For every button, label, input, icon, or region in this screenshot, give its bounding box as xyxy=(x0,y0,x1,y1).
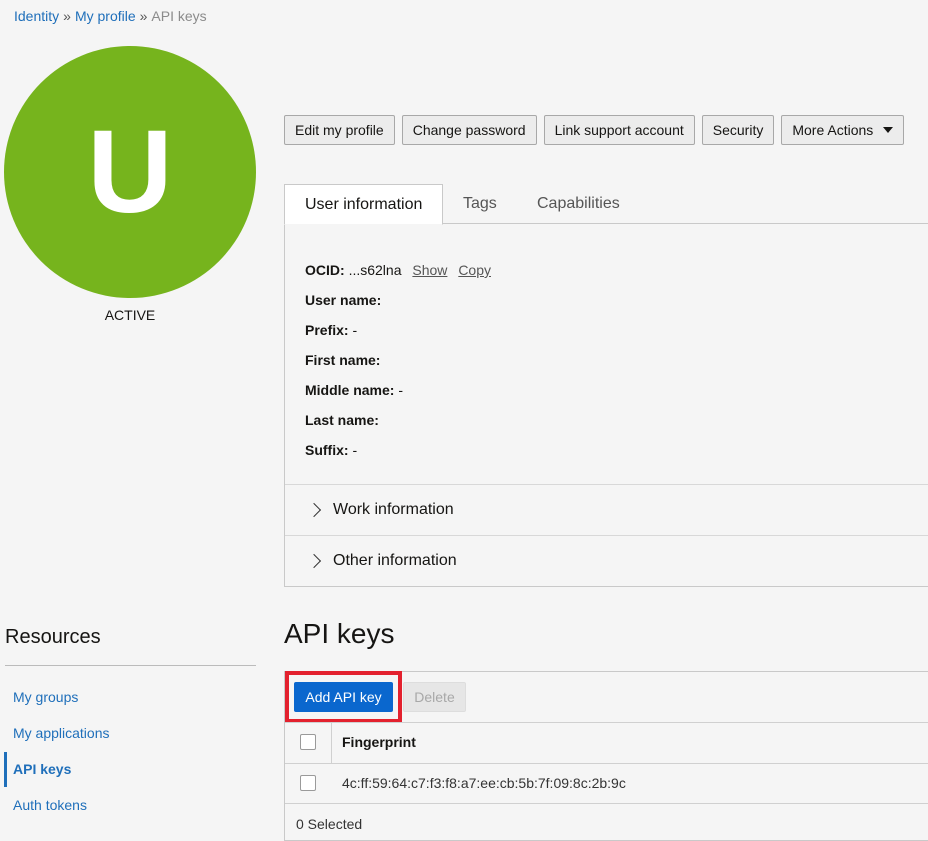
api-keys-heading: API keys xyxy=(284,618,395,649)
ocid-value: ...s62lna xyxy=(348,262,402,278)
avatar: U xyxy=(4,46,256,298)
user-name-label: User name: xyxy=(305,292,382,308)
work-information-label: Work information xyxy=(333,501,454,518)
prefix-label: Prefix: xyxy=(305,322,349,338)
ocid-row: OCID: ...s62lna Show Copy xyxy=(305,262,491,278)
resources-divider xyxy=(5,665,256,666)
column-divider xyxy=(331,723,332,764)
breadcrumb-identity[interactable]: Identity xyxy=(14,8,59,24)
resource-api-keys[interactable]: API keys xyxy=(13,761,71,777)
suffix-row: Suffix: - xyxy=(305,442,357,458)
prefix-value: - xyxy=(352,322,358,338)
ocid-label: OCID: xyxy=(305,262,345,278)
caret-down-icon xyxy=(883,127,894,133)
other-information-toggle[interactable]: Other information xyxy=(285,535,928,586)
row-checkbox[interactable] xyxy=(300,775,316,791)
middle-name-value: - xyxy=(398,382,404,398)
chevron-right-icon xyxy=(306,502,322,518)
resource-my-applications[interactable]: My applications xyxy=(13,725,110,741)
table-divider xyxy=(285,722,928,723)
work-information-toggle[interactable]: Work information xyxy=(285,484,928,535)
change-password-button[interactable]: Change password xyxy=(401,115,537,145)
fingerprint-value: 4c:ff:59:64:c7:f3:f8:a7:ee:cb:5b:7f:09:8… xyxy=(342,775,626,791)
breadcrumb-separator: » xyxy=(63,8,71,24)
suffix-label: Suffix: xyxy=(305,442,349,458)
breadcrumb-my-profile[interactable]: My profile xyxy=(75,8,136,24)
table-divider xyxy=(285,803,928,804)
first-name-row: First name: xyxy=(305,352,380,368)
chevron-right-icon xyxy=(306,553,322,569)
more-actions-label: More Actions xyxy=(792,122,874,138)
tab-bar: User information Tags Capabilities xyxy=(284,184,928,225)
breadcrumb-current: API keys xyxy=(151,8,207,24)
user-name-row: User name: xyxy=(305,292,381,308)
show-ocid-link[interactable]: Show xyxy=(412,262,447,278)
resources-heading: Resources xyxy=(5,626,101,648)
profile-actions: Edit my profile Change password Link sup… xyxy=(284,115,905,145)
active-indicator xyxy=(4,752,7,787)
fingerprint-column-header: Fingerprint xyxy=(342,734,416,750)
middle-name-row: Middle name: - xyxy=(305,382,403,398)
user-status: ACTIVE xyxy=(104,307,156,323)
breadcrumb: Identity» My profile» API keys xyxy=(14,8,207,24)
delete-button[interactable]: Delete xyxy=(403,682,466,712)
other-information-label: Other information xyxy=(333,552,457,569)
security-button[interactable]: Security xyxy=(701,115,775,145)
more-actions-button[interactable]: More Actions xyxy=(781,115,905,145)
highlight-box xyxy=(285,671,402,723)
resource-my-groups[interactable]: My groups xyxy=(13,689,78,705)
select-all-checkbox[interactable] xyxy=(300,734,316,750)
table-divider xyxy=(285,763,928,764)
link-support-account-button[interactable]: Link support account xyxy=(543,115,695,145)
tab-tags[interactable]: Tags xyxy=(463,184,497,224)
tab-capabilities[interactable]: Capabilities xyxy=(537,184,620,224)
breadcrumb-separator: » xyxy=(139,8,148,24)
first-name-label: First name: xyxy=(305,352,381,368)
tab-user-information[interactable]: User information xyxy=(284,184,443,225)
resource-auth-tokens[interactable]: Auth tokens xyxy=(13,797,87,813)
suffix-value: - xyxy=(352,442,358,458)
copy-ocid-link[interactable]: Copy xyxy=(458,262,491,278)
last-name-row: Last name: xyxy=(305,412,379,428)
prefix-row: Prefix: - xyxy=(305,322,357,338)
last-name-label: Last name: xyxy=(305,412,379,428)
avatar-letter: U xyxy=(87,106,173,238)
middle-name-label: Middle name: xyxy=(305,382,395,398)
selected-count: 0 Selected xyxy=(296,816,363,832)
edit-profile-button[interactable]: Edit my profile xyxy=(284,115,395,145)
